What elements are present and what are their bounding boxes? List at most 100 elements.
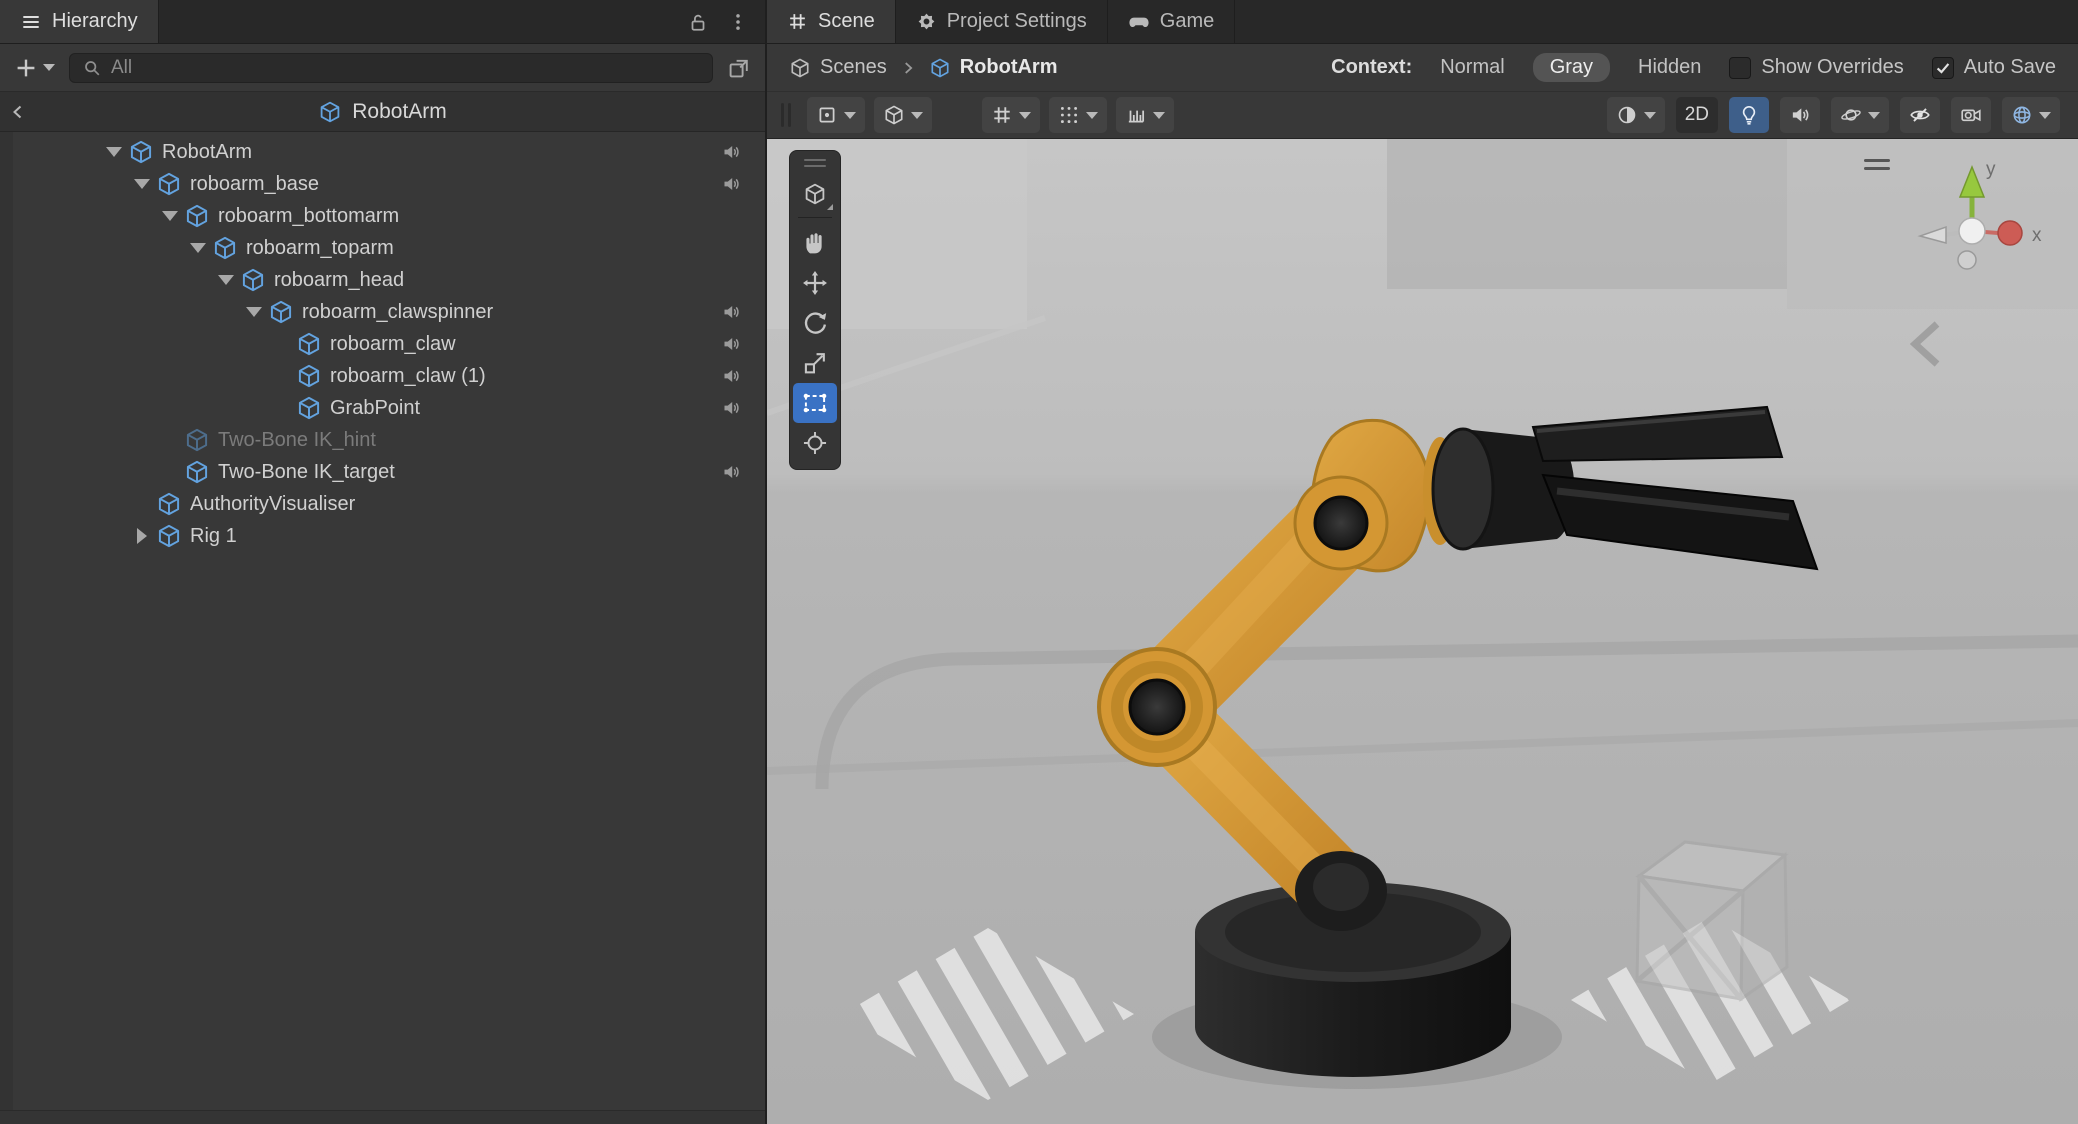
expand-arrow-icon[interactable]: [156, 211, 184, 221]
item-label: Two-Bone IK_hint: [218, 429, 376, 452]
prefab-title-label: RobotArm: [352, 100, 447, 124]
tab-project-settings[interactable]: Project Settings: [896, 0, 1108, 43]
dropdown-caret-icon: [43, 64, 55, 71]
toolbar-drag-handle[interactable]: [781, 103, 791, 127]
prefab-back-button[interactable]: [0, 102, 36, 122]
row-indicator-icon[interactable]: [721, 142, 741, 162]
rotate-tool[interactable]: [793, 303, 837, 343]
snap-increment-button[interactable]: [1116, 97, 1174, 133]
gizmo-center-sphere: [1959, 218, 1985, 244]
item-label: GrabPoint: [330, 397, 420, 420]
hierarchy-item-robotarm[interactable]: RobotArm: [0, 136, 765, 168]
search-input[interactable]: [111, 57, 700, 79]
expand-arrow-icon[interactable]: [184, 243, 212, 253]
tab-hierarchy[interactable]: Hierarchy: [0, 0, 159, 43]
breadcrumb-bar: Scenes RobotArm Context: Normal Gray Hid…: [767, 44, 2078, 92]
scene-tab-bar: Scene Project Settings Game: [767, 0, 2078, 44]
divider: [798, 217, 832, 218]
expand-arrow-icon[interactable]: [212, 275, 240, 285]
axis-y-cone: [1960, 167, 1984, 197]
effects-toggle-button[interactable]: [1831, 97, 1889, 133]
scene-3d-view: [767, 139, 2078, 1124]
show-overrides-label: Show Overrides: [1761, 56, 1903, 79]
collapse-arrow-icon[interactable]: [128, 528, 156, 544]
breadcrumb-robotarm[interactable]: RobotArm: [929, 56, 1058, 79]
pop-out-icon[interactable]: [727, 56, 751, 80]
gizmo-overlay-handle[interactable]: [1864, 159, 1890, 170]
item-label: roboarm_claw: [330, 333, 456, 356]
tool-handle-position-button[interactable]: [807, 97, 865, 133]
hierarchy-search[interactable]: [69, 53, 713, 83]
scale-tool[interactable]: [793, 343, 837, 383]
axis-x-sphere: [1998, 221, 2022, 245]
item-label: Rig 1: [190, 525, 237, 548]
hierarchy-item-rig-1[interactable]: Rig 1: [0, 520, 765, 552]
dropdown-caret-icon: [2039, 112, 2051, 119]
hierarchy-tree: RobotArm roboarm_base roboarm_bottomarm …: [0, 132, 765, 1110]
row-indicator-icon[interactable]: [721, 174, 741, 194]
row-indicator-icon[interactable]: [721, 366, 741, 386]
hierarchy-item-roboarm-claw[interactable]: roboarm_claw: [0, 328, 765, 360]
context-option-hidden[interactable]: Hidden: [1638, 56, 1701, 79]
tab-game[interactable]: Game: [1108, 0, 1235, 43]
expand-arrow-icon[interactable]: [240, 307, 268, 317]
tools-overlay-handle[interactable]: [804, 156, 826, 174]
show-overrides-checkbox[interactable]: [1729, 57, 1751, 79]
tool-handle-rotation-button[interactable]: [874, 97, 932, 133]
create-object-button[interactable]: [14, 56, 55, 80]
hierarchy-item-grabpoint[interactable]: GrabPoint: [0, 392, 765, 424]
hierarchy-item-roboarm-bottomarm[interactable]: roboarm_bottomarm: [0, 200, 765, 232]
scene-view-options-button[interactable]: [793, 174, 837, 214]
plus-icon: [14, 56, 38, 80]
2d-toggle-button[interactable]: 2D: [1676, 97, 1718, 133]
context-option-normal[interactable]: Normal: [1440, 56, 1504, 79]
auto-save-checkbox[interactable]: [1932, 57, 1954, 79]
ruler-icon: [1125, 104, 1147, 126]
transform-tool[interactable]: [793, 423, 837, 463]
lock-icon[interactable]: [687, 11, 709, 33]
rect-tool[interactable]: [793, 383, 837, 423]
scene-visibility-button[interactable]: [1900, 97, 1940, 133]
scene-viewport[interactable]: y x: [767, 139, 2078, 1124]
kebab-menu-icon[interactable]: [727, 11, 749, 33]
snap-settings-button[interactable]: [1049, 97, 1107, 133]
hierarchy-item-roboarm-claw-1[interactable]: roboarm_claw (1): [0, 360, 765, 392]
shading-mode-button[interactable]: [1607, 97, 1665, 133]
hierarchy-item-roboarm-head[interactable]: roboarm_head: [0, 264, 765, 296]
shoulder-joint: [1295, 477, 1387, 569]
expand-arrow-icon[interactable]: [128, 179, 156, 189]
prefab-mode-header: RobotArm: [0, 92, 765, 132]
scale-icon: [802, 350, 828, 376]
context-option-gray[interactable]: Gray: [1533, 53, 1610, 82]
lighting-toggle-button[interactable]: [1729, 97, 1769, 133]
expand-arrow-icon[interactable]: [100, 147, 128, 157]
hierarchy-item-two-bone-ik-target[interactable]: Two-Bone IK_target: [0, 456, 765, 488]
move-tool[interactable]: [793, 263, 837, 303]
hierarchy-scrollbar-strip[interactable]: [0, 1110, 765, 1124]
effects-saturn-icon: [1840, 104, 1862, 126]
row-indicator-icon[interactable]: [721, 398, 741, 418]
context-group: Context: Normal Gray Hidden Show Overrid…: [1331, 53, 2056, 82]
gizmos-button[interactable]: [2002, 97, 2060, 133]
prefab-icon: [296, 331, 322, 357]
audio-toggle-button[interactable]: [1780, 97, 1820, 133]
hierarchy-item-roboarm-clawspinner[interactable]: roboarm_clawspinner: [0, 296, 765, 328]
context-label: Context:: [1331, 56, 1412, 79]
hierarchy-item-authorityvisualiser[interactable]: AuthorityVisualiser: [0, 488, 765, 520]
show-overrides-toggle[interactable]: Show Overrides: [1729, 56, 1903, 79]
hierarchy-item-roboarm-base[interactable]: roboarm_base: [0, 168, 765, 200]
hierarchy-item-roboarm-toparm[interactable]: roboarm_toparm: [0, 232, 765, 264]
tab-scene[interactable]: Scene: [767, 0, 896, 43]
camera-settings-button[interactable]: [1951, 97, 1991, 133]
view-tool-hand[interactable]: [793, 223, 837, 263]
hierarchy-item-two-bone-ik-hint[interactable]: Two-Bone IK_hint: [0, 424, 765, 456]
row-indicator-icon[interactable]: [721, 334, 741, 354]
breadcrumb-scenes[interactable]: Scenes: [789, 56, 887, 79]
row-indicator-icon[interactable]: [721, 462, 741, 482]
grid-visibility-button[interactable]: [982, 97, 1040, 133]
auto-save-toggle[interactable]: Auto Save: [1932, 56, 2056, 79]
item-label: AuthorityVisualiser: [190, 493, 355, 516]
item-label: roboarm_bottomarm: [218, 205, 399, 228]
row-indicator-icon[interactable]: [721, 302, 741, 322]
scene-orientation-gizmo[interactable]: y x: [1894, 153, 2054, 293]
